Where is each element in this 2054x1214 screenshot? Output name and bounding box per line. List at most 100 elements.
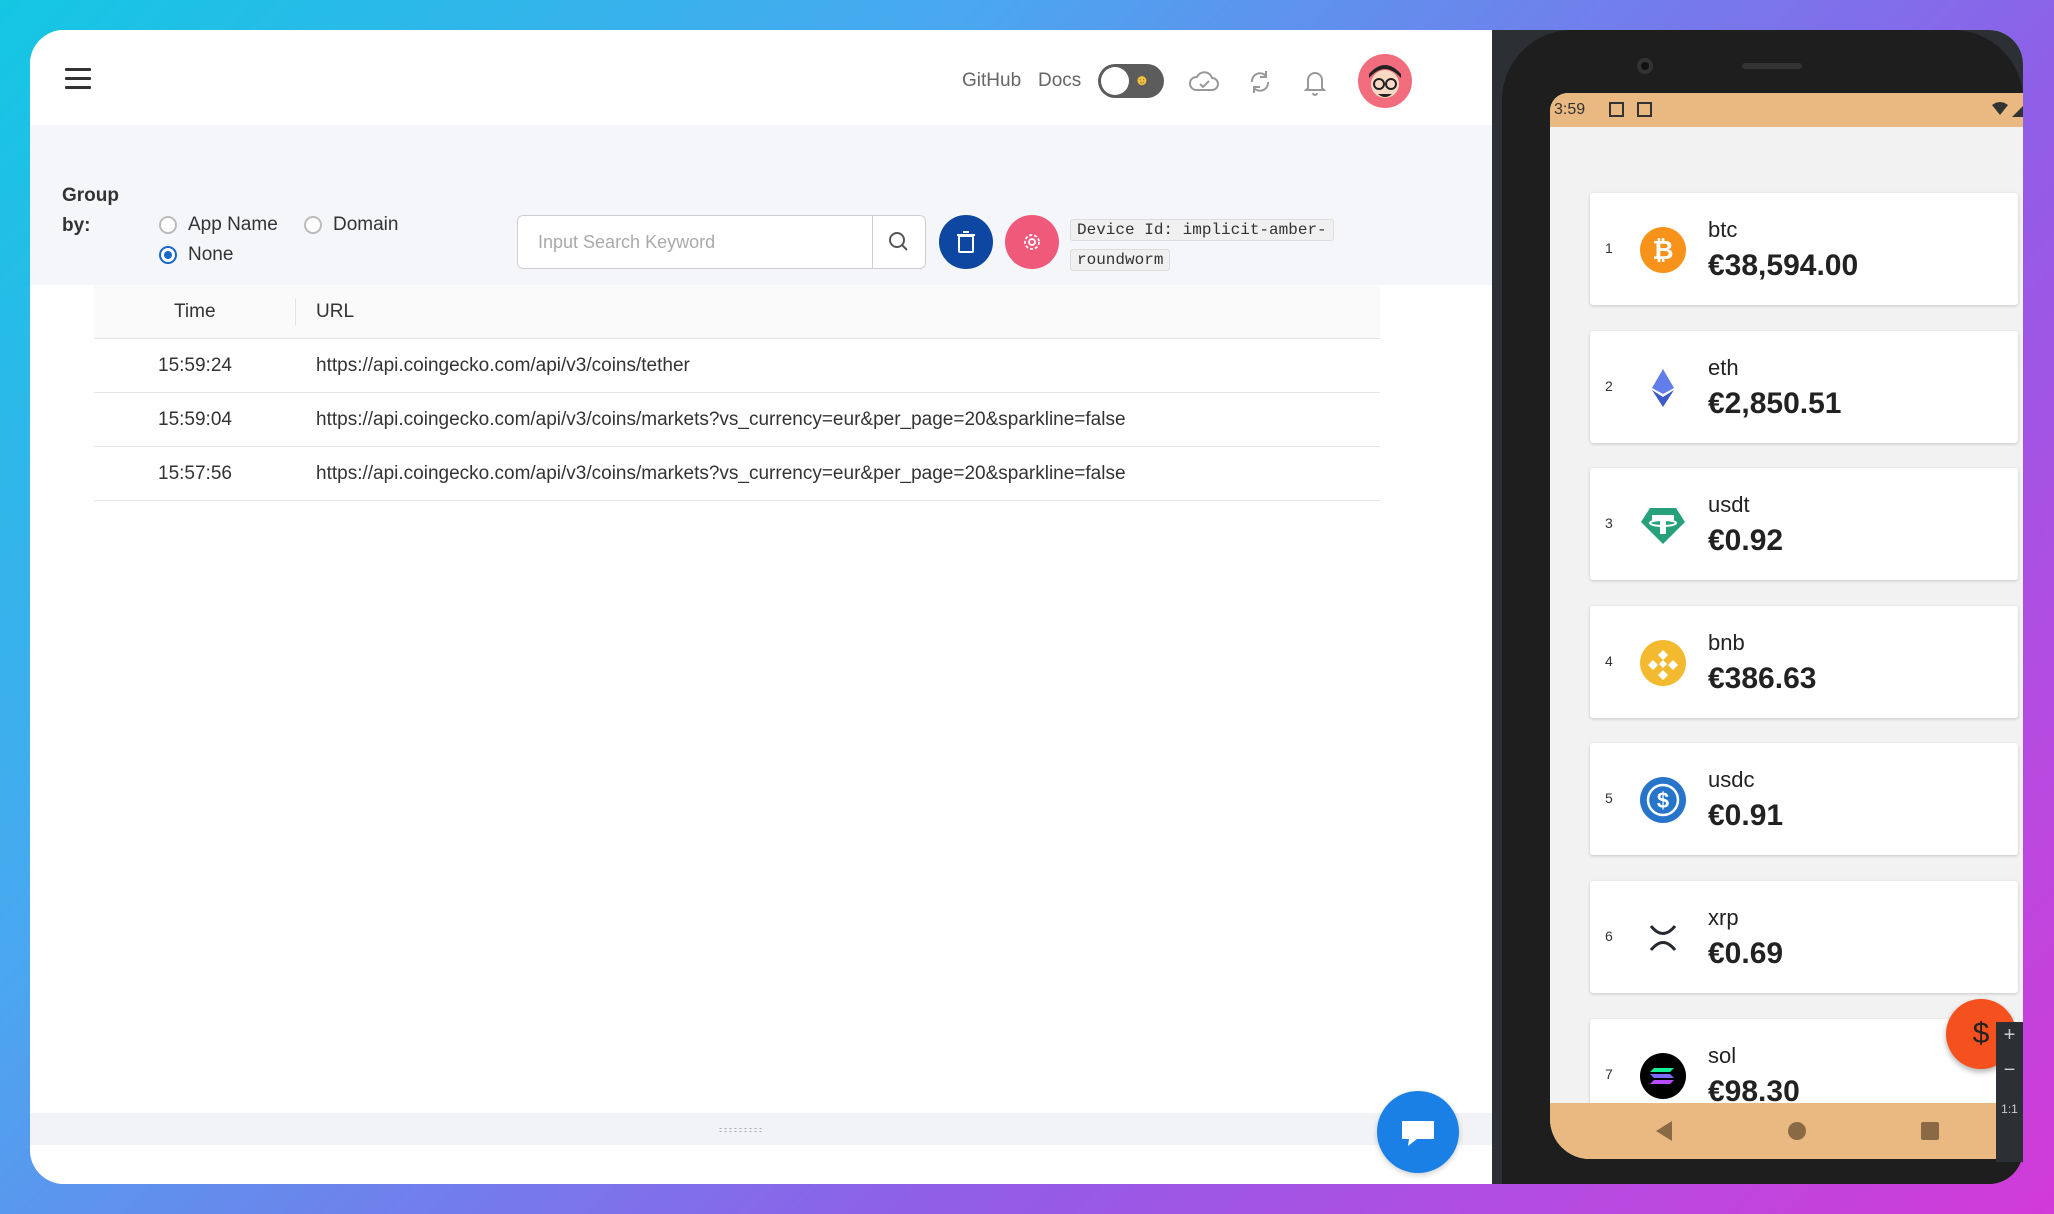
search-icon	[889, 232, 908, 251]
coin-price: €0.92	[1708, 524, 1784, 557]
table-row[interactable]: 15:59:24 https://api.coingecko.com/api/v…	[94, 339, 1380, 393]
zoom-out-icon[interactable]: −	[1996, 1059, 2023, 1082]
drag-handle[interactable]	[718, 1127, 762, 1133]
row-url: https://api.coingecko.com/api/v3/coins/m…	[316, 463, 1126, 484]
status-bar: 3:59	[1550, 93, 2023, 127]
gear-icon	[1024, 234, 1040, 250]
coin-price: €386.63	[1708, 662, 1817, 695]
status-time: 3:59	[1554, 101, 1586, 118]
column-divider	[295, 298, 296, 326]
zoom-reset-icon[interactable]: 1:1	[1996, 1102, 2023, 1116]
row-url: https://api.coingecko.com/api/v3/coins/m…	[316, 409, 1126, 430]
radio-label: None	[188, 244, 234, 265]
android-nav-bar	[1550, 1103, 2023, 1159]
sun-icon: ☻	[1134, 72, 1150, 89]
coin-price: €0.69	[1708, 937, 1784, 970]
coin-card-eth[interactable]: 2 eth €2,850.51	[1590, 331, 2018, 443]
bell-icon[interactable]	[1299, 68, 1331, 96]
radio-label: Domain	[333, 214, 399, 235]
search-button[interactable]	[872, 216, 926, 268]
settings-button[interactable]	[1005, 215, 1059, 269]
chat-icon	[1402, 1121, 1434, 1146]
coin-rank: 6	[1605, 928, 1613, 944]
coin-rank: 4	[1605, 653, 1613, 669]
bnb-icon	[1640, 640, 1686, 686]
coin-rank: 2	[1605, 378, 1613, 394]
device-id: Device Id: implicit-amber- roundworm	[1070, 215, 1340, 275]
coin-card-bnb[interactable]: 4 bnb €386.63	[1590, 606, 2018, 718]
svg-text:$: $	[1657, 788, 1669, 813]
back-icon[interactable]	[1652, 1119, 1676, 1143]
coin-symbol: sol	[1708, 1043, 1737, 1068]
cloud-check-icon[interactable]	[1188, 68, 1220, 96]
ethereum-icon	[1652, 369, 1674, 407]
app-window: GitHub Docs ☻ Group by: App Name Domain …	[30, 30, 2023, 1184]
time-column-header: Time	[174, 301, 216, 322]
device-emulator: 3:59 1 ₿ btc €38,594.00 2 eth €2,850.51 …	[1492, 30, 2023, 1184]
row-time: 15:59:24	[158, 355, 232, 376]
coin-card-btc[interactable]: 1 ₿ btc €38,594.00	[1590, 193, 2018, 305]
coin-symbol: eth	[1708, 355, 1739, 380]
group-by-none-radio[interactable]: None	[159, 244, 233, 266]
zoom-in-icon[interactable]: +	[1996, 1024, 2023, 1047]
resize-bar[interactable]	[30, 1113, 1492, 1145]
search-input[interactable]	[518, 216, 872, 268]
sync-icon[interactable]	[1244, 68, 1276, 96]
avatar-image	[1369, 65, 1401, 98]
device-id-line-2: roundworm	[1070, 249, 1171, 271]
coin-rank: 1	[1605, 240, 1613, 256]
svg-text:₿: ₿	[1652, 235, 1673, 265]
group-by-label: Group by:	[62, 185, 119, 236]
trash-icon	[957, 231, 975, 253]
radio-circle	[159, 216, 177, 234]
coin-rank: 7	[1605, 1066, 1613, 1082]
coin-symbol: xrp	[1708, 905, 1739, 930]
menu-icon[interactable]	[65, 68, 91, 90]
group-by-app-name-radio[interactable]: App Name	[159, 214, 278, 236]
clear-log-button[interactable]	[939, 215, 993, 269]
row-url: https://api.coingecko.com/api/v3/coins/t…	[316, 355, 690, 376]
coin-card-xrp[interactable]: 6 xrp €0.69	[1590, 881, 2018, 993]
group-by-domain-radio[interactable]: Domain	[304, 214, 398, 236]
coin-symbol: btc	[1708, 217, 1738, 242]
table-row[interactable]: 15:57:56 https://api.coingecko.com/api/v…	[94, 447, 1380, 501]
notification-icons	[1609, 102, 1652, 117]
url-column-header: URL	[316, 301, 355, 322]
coin-card-usdc[interactable]: 5 $ usdc €0.91	[1590, 743, 2018, 855]
request-table: Time URL 15:59:24 https://api.coingecko.…	[94, 286, 1380, 501]
theme-toggle[interactable]: ☻	[1098, 64, 1164, 98]
coin-rank: 5	[1605, 790, 1613, 806]
chat-button[interactable]	[1377, 1091, 1459, 1173]
coin-price: €38,594.00	[1708, 249, 1859, 282]
radio-circle-selected	[159, 246, 177, 264]
coin-symbol: usdc	[1708, 767, 1755, 792]
coin-card-usdt[interactable]: 3 usdt €0.92	[1590, 468, 2018, 580]
bitcoin-icon: ₿	[1640, 227, 1686, 273]
coin-symbol: bnb	[1708, 630, 1745, 655]
recents-icon[interactable]	[1918, 1119, 1942, 1143]
table-header: Time URL	[94, 286, 1380, 339]
usdc-icon: $	[1640, 777, 1686, 823]
github-link[interactable]: GitHub	[962, 70, 1021, 92]
coin-symbol: usdt	[1708, 492, 1750, 517]
tether-icon	[1641, 508, 1685, 544]
user-avatar[interactable]	[1358, 54, 1412, 108]
network-monitor-app: GitHub Docs ☻ Group by: App Name Domain …	[30, 30, 1492, 1184]
coin-rank: 3	[1605, 515, 1613, 531]
row-time: 15:59:04	[158, 409, 232, 430]
xrp-icon	[1649, 925, 1677, 951]
radio-circle	[304, 216, 322, 234]
speaker-grille	[1742, 63, 1802, 69]
search-box	[517, 215, 926, 269]
home-icon[interactable]	[1785, 1119, 1809, 1143]
docs-link[interactable]: Docs	[1038, 70, 1081, 92]
phone-screen: 3:59 1 ₿ btc €38,594.00 2 eth €2,850.51 …	[1550, 93, 2023, 1159]
device-id-line-1: Device Id: implicit-amber-	[1070, 219, 1334, 241]
coin-price: €0.91	[1708, 799, 1784, 832]
solana-icon	[1640, 1053, 1686, 1099]
filter-toolbar: Group by: App Name Domain None Input Sea…	[30, 125, 1492, 285]
top-bar: GitHub Docs ☻	[30, 30, 1492, 125]
coin-price: €2,850.51	[1708, 387, 1842, 420]
table-row[interactable]: 15:59:04 https://api.coingecko.com/api/v…	[94, 393, 1380, 447]
radio-label: App Name	[188, 214, 278, 235]
